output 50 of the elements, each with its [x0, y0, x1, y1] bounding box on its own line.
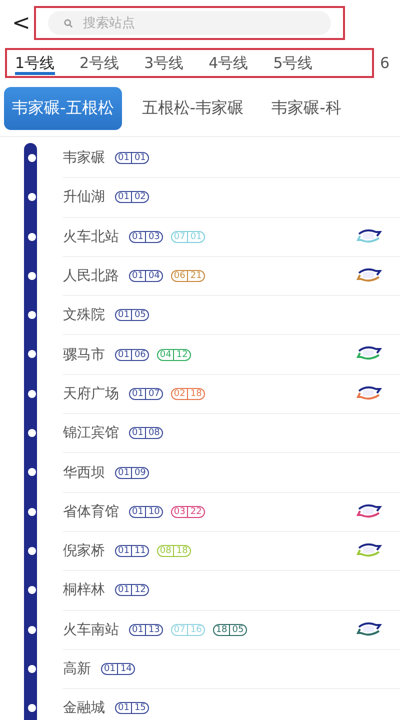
station-code: 01 15: [115, 702, 149, 714]
station-code: 07 01: [170, 230, 205, 243]
station-code: 02 18: [170, 388, 205, 400]
station-code: 03 22: [170, 506, 205, 518]
station-code: 01 04: [129, 270, 163, 282]
station-name[interactable]: 骡马市: [63, 346, 105, 364]
station-code: 01 10: [129, 506, 163, 518]
station-code: 08 18: [156, 545, 191, 558]
station-code: 06 21: [170, 270, 205, 282]
station-name[interactable]: 金融城: [63, 699, 105, 718]
line-tab[interactable]: 3号线: [144, 51, 184, 75]
station-code: 01 14: [101, 663, 135, 675]
station-code: 01 11: [115, 545, 149, 558]
line-tab[interactable]: 5号线: [273, 51, 313, 75]
station-name[interactable]: 火车北站: [63, 228, 119, 246]
station-name[interactable]: 高新: [63, 660, 91, 678]
line-tab[interactable]: 2号线: [80, 51, 120, 75]
station-name[interactable]: 天府广场: [63, 384, 119, 403]
station-name[interactable]: 桐梓林: [63, 581, 105, 600]
station-code: 01 02: [115, 191, 149, 204]
station-code: 01 03: [129, 230, 163, 243]
line-tab[interactable]: 1号线: [15, 51, 55, 75]
back-button[interactable]: <: [12, 10, 26, 36]
station-name[interactable]: 文殊院: [63, 306, 105, 324]
station-name[interactable]: 人民北路: [63, 267, 119, 286]
search-icon: [64, 19, 73, 28]
station-code: 01 07: [129, 388, 163, 400]
direction-tab[interactable]: 韦家碾-科: [264, 86, 350, 130]
station-code: 07 16: [170, 624, 205, 636]
line-tab[interactable]: 4号线: [208, 51, 248, 75]
direction-tab[interactable]: 五根松-韦家碾: [134, 86, 252, 130]
station-code: 04 12: [156, 348, 191, 361]
station-code: 01 09: [115, 466, 149, 479]
line-tab[interactable]: 6: [380, 51, 390, 75]
search-field[interactable]: 搜索站点: [48, 11, 331, 35]
station-code: 01 08: [129, 427, 163, 440]
station-name[interactable]: 火车南站: [63, 620, 119, 639]
station-code: 01 13: [129, 624, 163, 636]
station-name[interactable]: 倪家桥: [63, 542, 105, 560]
direction-tab[interactable]: 韦家碾-五根松: [4, 86, 122, 130]
station-code: 01 06: [115, 348, 149, 361]
station-code: 01 01: [115, 152, 149, 164]
station-name[interactable]: 华西坝: [63, 464, 105, 482]
station-name[interactable]: 省体育馆: [63, 502, 119, 521]
station-code: 18 05: [212, 624, 247, 636]
station-code: 01 12: [115, 584, 149, 596]
station-name[interactable]: 锦江宾馆: [63, 424, 119, 442]
station-name[interactable]: 韦家碾: [63, 149, 105, 168]
station-code: 01 05: [115, 309, 149, 322]
station-name[interactable]: 升仙湖: [63, 188, 105, 206]
